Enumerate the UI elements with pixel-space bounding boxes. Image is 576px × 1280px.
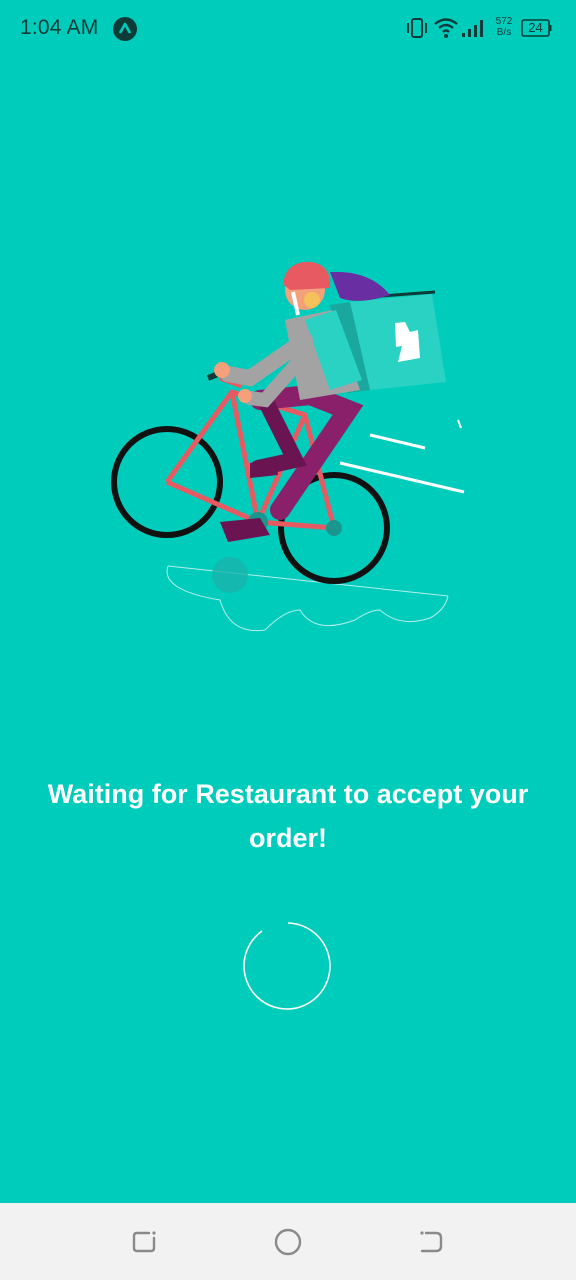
waiting-message: Waiting for Restaurant to accept your or… [47, 779, 529, 853]
network-speed-unit: B/s [496, 27, 512, 38]
network-speed: 572 B/s [495, 16, 513, 38]
vibrate-icon [407, 18, 427, 38]
battery-level: 24 [528, 20, 543, 35]
recents-icon[interactable] [127, 1225, 161, 1259]
home-icon[interactable] [271, 1225, 305, 1259]
status-bar: 1:04 AM 572 B/s 24 [0, 0, 576, 58]
wifi-icon [434, 18, 458, 38]
spinner-icon [242, 920, 334, 1012]
cellular-signal-icon [462, 20, 483, 37]
back-icon[interactable] [414, 1225, 448, 1259]
status-time: 1:04 AM [20, 16, 99, 39]
network-speed-value: 572 [495, 16, 513, 27]
navigation-bar [0, 1203, 576, 1280]
app-notification-icon [113, 17, 137, 41]
courier-cyclist-illustration [100, 250, 480, 650]
